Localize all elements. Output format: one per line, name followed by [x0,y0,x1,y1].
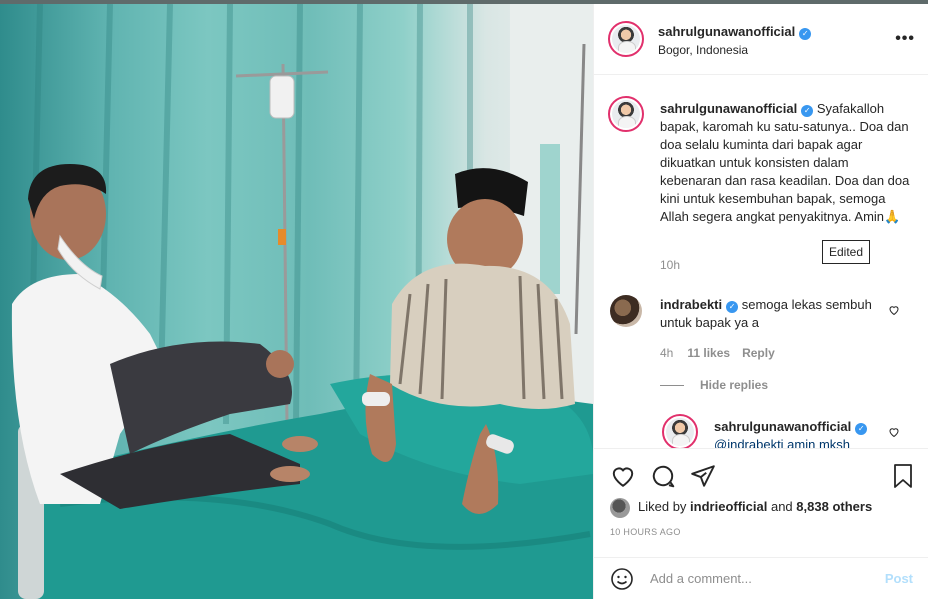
more-options-icon[interactable]: ••• [895,30,915,48]
comment-time[interactable]: 4h [660,346,673,360]
post-side-panel: sahrulgunawanofficial ✓ Bogor, Indonesia … [593,4,928,599]
author-username[interactable]: sahrulgunawanofficial [658,24,795,39]
edited-tooltip: Edited [822,240,871,264]
comment-like-heart-icon[interactable] [888,304,900,316]
emoji-smiley-icon[interactable] [610,567,634,591]
post-photo[interactable] [0,4,593,599]
comment-input[interactable]: Add a comment... [650,571,752,586]
save-bookmark-icon[interactable] [891,463,915,489]
post-caption: sahrulgunawanofficial ✓ Syafakalloh bapak… [660,100,910,226]
add-comment-bar: Add a comment... Post [594,557,928,599]
caption-username[interactable]: sahrulgunawanofficial [660,101,797,116]
liker-avatar[interactable] [610,498,630,518]
caption-text: Syafakalloh bapak, karomah ku satu-satun… [660,101,910,224]
comment-likes[interactable]: 11 likes [687,346,730,360]
post-location[interactable]: Bogor, Indonesia [658,43,748,57]
post-actions: Liked by indrieofficial and 8,838 others… [594,448,928,599]
reply-like-heart-icon[interactable] [888,426,900,438]
reply-author-avatar[interactable] [662,414,698,450]
liked-by-and: and [770,499,793,514]
hospital-scene-image [11,4,593,599]
comment-reply-button[interactable]: Reply [742,346,775,360]
liked-by-user[interactable]: indrieofficial [690,499,767,514]
liked-by-summary: Liked by indrieofficial and 8,838 others [638,499,872,514]
caption-author-avatar[interactable] [608,96,644,132]
verified-badge-icon: ✓ [855,423,868,435]
comment-username[interactable]: indrabekti [660,297,722,312]
caption-time[interactable]: 10h [660,258,680,272]
reply-username[interactable]: sahrulgunawanofficial [714,419,851,434]
verified-badge-icon: ✓ [726,301,739,313]
post-comment-button[interactable]: Post [885,571,913,586]
comment-item: indrabekti ✓ semoga lekas sembuh untuk ba… [660,296,880,332]
verified-badge-icon: ✓ [801,105,814,117]
author-username-row[interactable]: sahrulgunawanofficial ✓ [658,24,812,40]
like-heart-icon[interactable] [610,463,636,489]
post-timestamp[interactable]: 10 HOURS AGO [610,527,681,537]
hide-replies-divider [660,385,684,386]
commenter-avatar[interactable] [610,295,642,327]
reply-item: sahrulgunawanofficial ✓ @indrabekti amin … [714,418,884,450]
verified-badge-icon: ✓ [799,28,812,40]
comment-bubble-icon[interactable] [650,463,676,489]
hide-replies-button[interactable]: Hide replies [700,378,768,392]
author-avatar[interactable] [608,21,644,57]
liked-by-others[interactable]: 8,838 others [796,499,872,514]
post-header: sahrulgunawanofficial ✓ Bogor, Indonesia … [594,4,928,75]
share-paper-plane-icon[interactable] [690,463,716,489]
comment-meta: 4h 11 likes Reply [660,346,787,360]
liked-by-prefix: Liked by [638,499,687,514]
